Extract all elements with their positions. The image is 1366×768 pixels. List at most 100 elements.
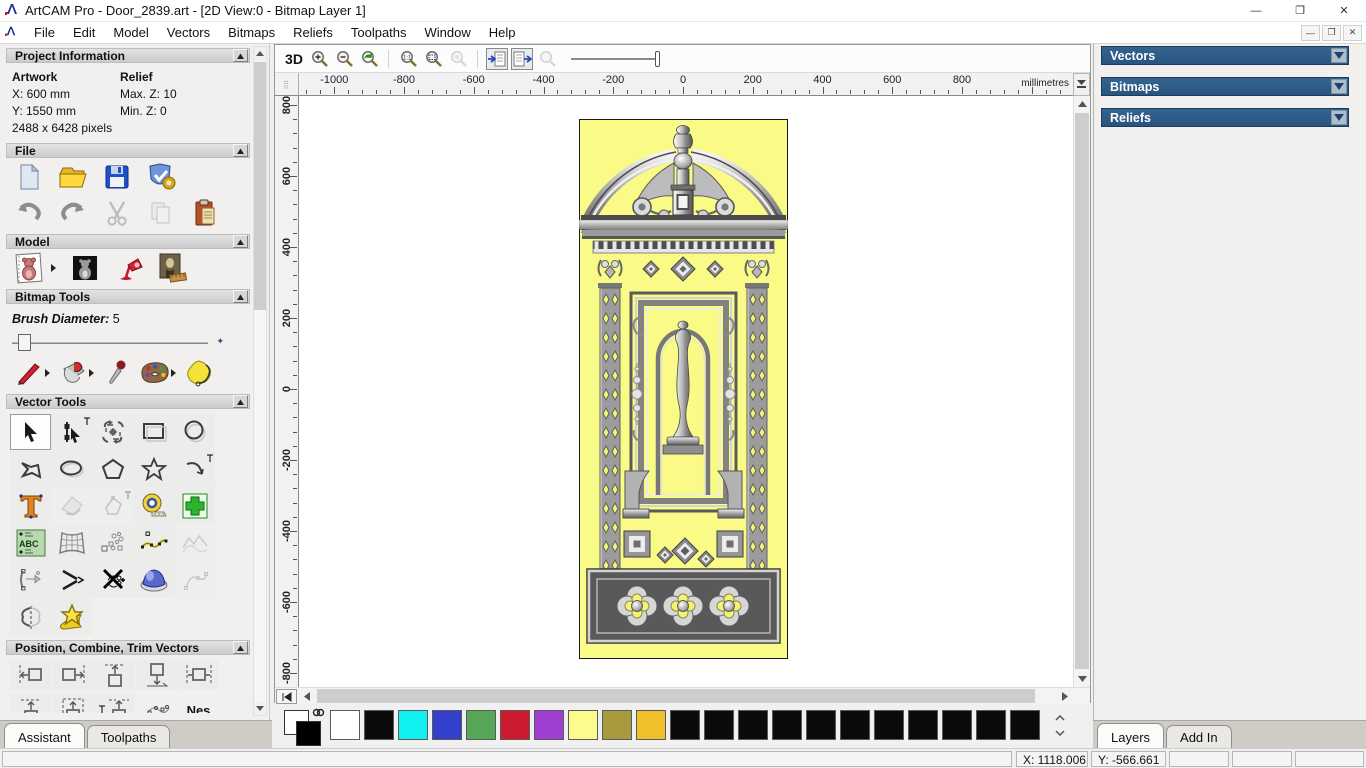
flood-fill-icon[interactable]: [58, 358, 88, 388]
palette-swatch-3[interactable]: [432, 710, 462, 740]
colour-indicator[interactable]: [282, 708, 328, 748]
menu-file[interactable]: File: [25, 22, 64, 43]
menu-window[interactable]: Window: [416, 22, 480, 43]
close-button[interactable]: ✕: [1322, 0, 1366, 22]
combine-b-button[interactable]: [52, 695, 93, 713]
set-model-size-icon[interactable]: [14, 252, 44, 284]
create-rectangle-button[interactable]: [133, 414, 174, 450]
combine-a-button[interactable]: [10, 695, 51, 713]
zoom-box-button[interactable]: [422, 48, 444, 70]
scroll-down-button[interactable]: [254, 702, 266, 715]
zoom-in-button[interactable]: [308, 48, 330, 70]
section-vectors[interactable]: Vectors: [1101, 46, 1349, 65]
mdi-minimize-button[interactable]: —: [1301, 24, 1320, 41]
contrast-slider[interactable]: [571, 49, 671, 69]
palette-swatch-13[interactable]: [772, 710, 802, 740]
fit-arcs-to-polyline-button[interactable]: [133, 525, 174, 561]
offset-vectors-button[interactable]: [51, 488, 92, 524]
toggle-bitmap-view-button[interactable]: [486, 47, 508, 70]
interactive-distortion-button[interactable]: [133, 562, 174, 598]
mdi-restore-button[interactable]: ❐: [1322, 24, 1341, 41]
palette-swatch-9[interactable]: [636, 710, 666, 740]
palette-swatch-1[interactable]: [364, 710, 394, 740]
menu-help[interactable]: Help: [480, 22, 525, 43]
brush-diameter-slider[interactable]: ✦: [12, 334, 224, 352]
menu-edit[interactable]: Edit: [64, 22, 104, 43]
cut-icon[interactable]: [102, 198, 132, 228]
reduce-colours-icon[interactable]: [184, 358, 214, 388]
zoom-out-button[interactable]: [333, 48, 355, 70]
collapse-button[interactable]: [233, 290, 248, 303]
join-vectors-button[interactable]: [51, 562, 92, 598]
flyout-arrow-icon[interactable]: [44, 366, 50, 380]
contrast-slider-track[interactable]: [571, 57, 657, 60]
palette-swatch-11[interactable]: [704, 710, 734, 740]
vertical-scrollbar[interactable]: [1073, 96, 1090, 687]
tab-layers[interactable]: Layers: [1097, 723, 1165, 748]
collapse-button[interactable]: [233, 395, 248, 408]
section-bitmaps[interactable]: Bitmaps: [1101, 77, 1349, 96]
scrollbar-thumb[interactable]: [1075, 113, 1089, 669]
slider-handle[interactable]: [18, 334, 31, 351]
palette-swatch-4[interactable]: [466, 710, 496, 740]
palette-swatch-7[interactable]: [568, 710, 598, 740]
fit-spline-button[interactable]: [174, 525, 215, 561]
scroll-up-button[interactable]: [254, 47, 266, 60]
create-circle-button[interactable]: [174, 414, 215, 450]
palette-swatch-10[interactable]: [670, 710, 700, 740]
new-model-icon[interactable]: [14, 162, 44, 192]
menu-reliefs[interactable]: Reliefs: [284, 22, 342, 43]
wrap-vectors-button[interactable]: [51, 599, 92, 635]
greyscale-from-relief-icon[interactable]: [70, 253, 100, 283]
align-bottom-button[interactable]: [136, 660, 177, 690]
scroll-down-button[interactable]: [1074, 671, 1090, 687]
align-right-button[interactable]: [52, 660, 93, 690]
envelope-distort-button[interactable]: [51, 525, 92, 561]
expand-button[interactable]: [1331, 79, 1347, 94]
paint-icon[interactable]: [14, 358, 44, 388]
nesting-button[interactable]: Nes: [178, 695, 219, 714]
trim-vectors-button[interactable]: [92, 562, 133, 598]
palette-swatch-6[interactable]: [534, 710, 564, 740]
create-polyline-button[interactable]: [10, 451, 51, 487]
palette-scroll-up-button[interactable]: [1052, 710, 1067, 725]
combine-c-button[interactable]: [94, 695, 135, 713]
collapse-button[interactable]: [233, 49, 248, 62]
collapse-button[interactable]: [233, 144, 248, 157]
palette-swatch-5[interactable]: [500, 710, 530, 740]
canvas[interactable]: [299, 96, 1073, 687]
transform-vectors-button[interactable]: [92, 414, 133, 450]
scroll-left-button[interactable]: [299, 688, 315, 704]
zoom-object-button[interactable]: [447, 48, 469, 70]
set-size-from-image-icon[interactable]: [158, 253, 188, 283]
scrollbar-thumb[interactable]: [317, 689, 1035, 703]
copy-icon[interactable]: [146, 198, 176, 228]
align-centre-button[interactable]: [178, 660, 219, 690]
align-top-button[interactable]: [94, 660, 135, 690]
paste-icon[interactable]: [190, 198, 220, 228]
create-star-button[interactable]: [133, 451, 174, 487]
mdi-close-button[interactable]: ✕: [1343, 24, 1362, 41]
pick-colour-icon[interactable]: [102, 358, 132, 388]
spline-tools-button[interactable]: [174, 562, 215, 598]
palette-swatch-0[interactable]: [330, 710, 360, 740]
palette-swatch-2[interactable]: [398, 710, 428, 740]
create-ellipse-button[interactable]: [51, 451, 92, 487]
align-left-button[interactable]: [10, 660, 51, 690]
create-arc-button[interactable]: [174, 451, 215, 487]
flyout-arrow-icon[interactable]: [170, 366, 176, 380]
palette-swatch-14[interactable]: [806, 710, 836, 740]
arc-through-points-button[interactable]: [10, 562, 51, 598]
assistant-scrollbar[interactable]: [253, 46, 267, 716]
measure-button[interactable]: [133, 488, 174, 524]
minimize-button[interactable]: —: [1234, 0, 1278, 22]
open-model-icon[interactable]: [58, 162, 88, 192]
horizontal-scrollbar[interactable]: [275, 687, 1090, 704]
palette-swatch-16[interactable]: [874, 710, 904, 740]
palette-swatch-12[interactable]: [738, 710, 768, 740]
collapse-button[interactable]: [233, 641, 248, 654]
vector-doctor-button[interactable]: [174, 488, 215, 524]
create-text-button[interactable]: [10, 488, 51, 524]
link-colours-icon[interactable]: [312, 706, 325, 720]
toggle-vector-view-button[interactable]: [511, 47, 533, 70]
